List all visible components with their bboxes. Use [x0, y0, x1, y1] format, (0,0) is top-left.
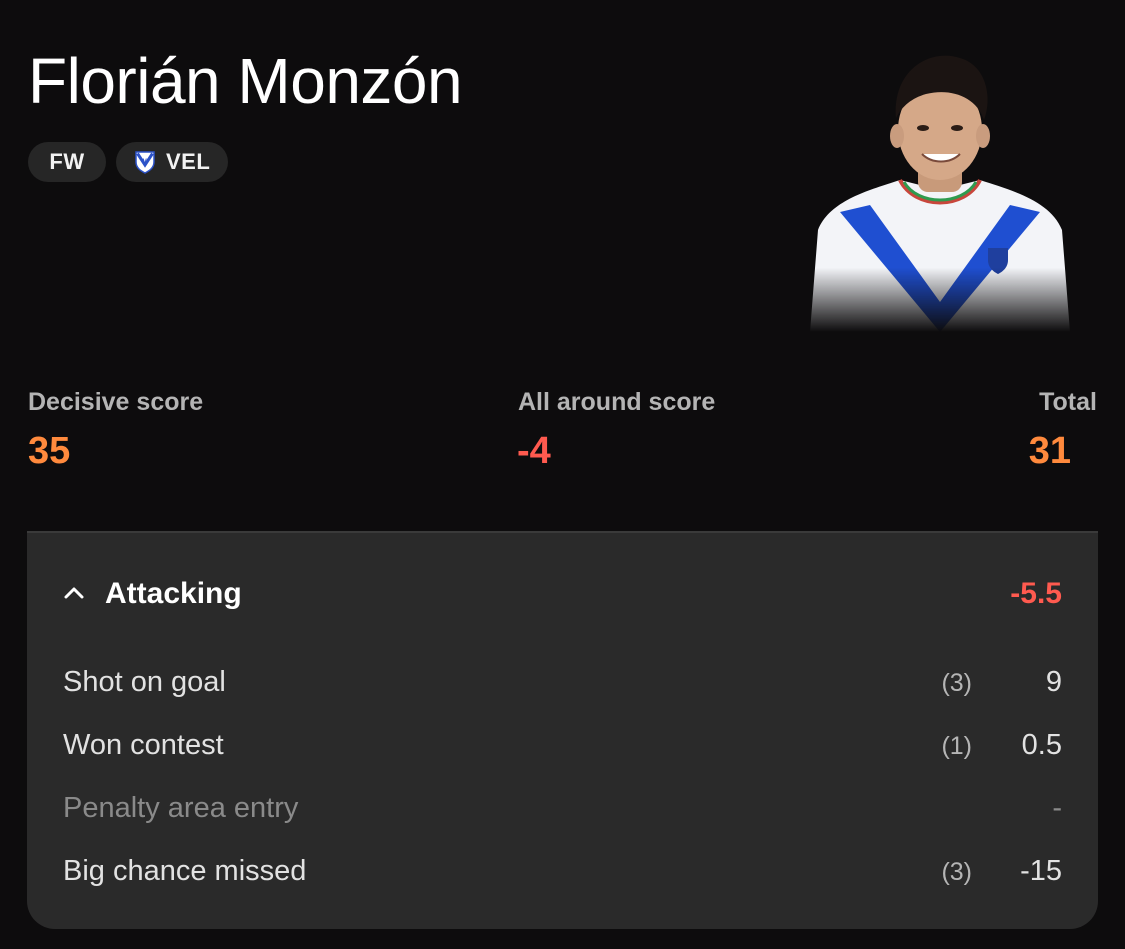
- stat-row: Won contest (1) 0.5: [27, 729, 1098, 769]
- stat-points: 0.5: [1021, 729, 1062, 761]
- stat-points: -: [1052, 792, 1062, 824]
- team-badge[interactable]: V VEL: [116, 142, 229, 182]
- stat-points: -15: [1020, 855, 1062, 887]
- stat-label: Penalty area entry: [63, 792, 299, 824]
- stat-count: (1): [941, 732, 972, 760]
- attacking-section: Attacking -5.5 Shot on goal (3) 9 Won co…: [27, 531, 1098, 929]
- total-score-value: 31: [1028, 430, 1071, 472]
- attacking-section-toggle[interactable]: Attacking -5.5: [27, 533, 1098, 653]
- decisive-score-value: 35: [28, 430, 71, 472]
- all-around-score-label: All around score: [518, 388, 716, 416]
- stat-points: 9: [1045, 666, 1062, 698]
- stat-row: Big chance missed (3) -15: [27, 855, 1098, 895]
- stat-count: (3): [941, 669, 972, 697]
- total-score-label: Total: [1039, 388, 1097, 416]
- decisive-score-label: Decisive score: [28, 388, 204, 416]
- player-name: Florián Monzón: [28, 45, 463, 117]
- chevron-up-icon: [64, 587, 84, 599]
- position-badge: FW: [28, 142, 106, 182]
- stat-count: (3): [941, 858, 972, 886]
- stat-row: Shot on goal (3) 9: [27, 666, 1098, 706]
- player-badges: FW V VEL: [28, 142, 229, 182]
- team-abbreviation: VEL: [166, 149, 211, 174]
- stat-label: Big chance missed: [63, 855, 307, 887]
- svg-text:V: V: [143, 159, 148, 165]
- all-around-score-value: -4: [517, 430, 551, 472]
- player-photo: [810, 55, 1070, 332]
- velez-crest-icon: V: [135, 151, 155, 174]
- section-total: -5.5: [1010, 577, 1062, 610]
- stat-row: Penalty area entry -: [27, 792, 1098, 832]
- stat-label: Shot on goal: [63, 666, 226, 698]
- player-score-page: Florián Monzón FW V VEL Decisive score 3…: [0, 0, 1125, 949]
- section-title: Attacking: [105, 577, 242, 610]
- stat-label: Won contest: [63, 729, 224, 761]
